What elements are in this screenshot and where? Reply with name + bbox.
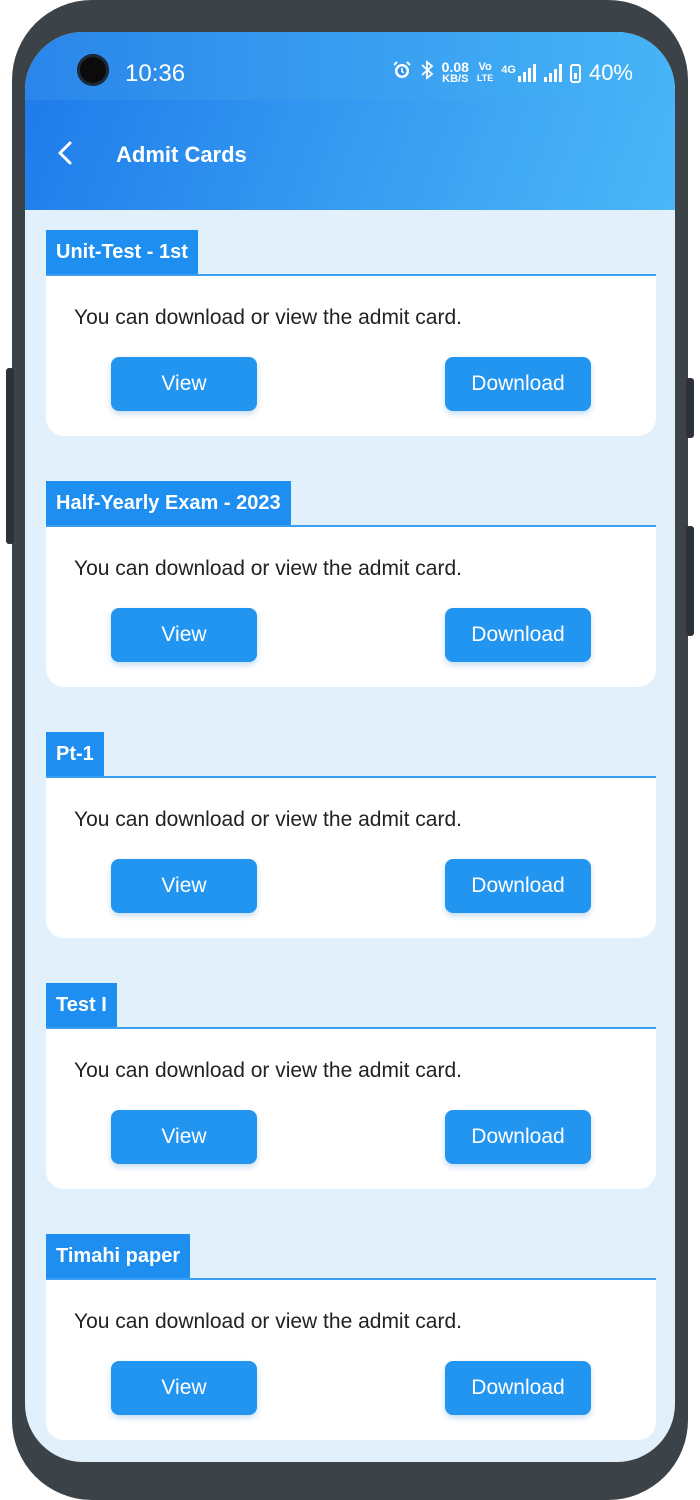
bluetooth-icon <box>420 60 434 86</box>
card-description: You can download or view the admit card. <box>74 808 462 831</box>
card-description: You can download or view the admit card. <box>74 306 462 329</box>
battery-percent: 40% <box>588 60 633 85</box>
view-button[interactable]: View <box>111 357 257 411</box>
signal-bars-icon-2 <box>543 64 562 82</box>
status-time: 10:36 <box>125 60 186 87</box>
network-type: 4G <box>501 64 516 76</box>
card-description: You can download or view the admit card. <box>74 1059 462 1082</box>
volte-top: Vo <box>478 61 492 73</box>
phone-side-button-left <box>6 368 14 544</box>
status-bar: 10:36 0.08 KB/S Vo LTE 4G 40% <box>25 32 675 100</box>
status-icons: 0.08 KB/S Vo LTE 4G 40% <box>392 60 633 86</box>
exam-title-tab: Pt-1 <box>46 732 104 776</box>
exam-title-tab: Timahi paper <box>46 1234 191 1278</box>
phone-screen: 10:36 0.08 KB/S Vo LTE 4G 40% Admit Card… <box>25 32 675 1462</box>
card-description: You can download or view the admit card. <box>74 557 462 580</box>
admit-card: You can download or view the admit card.… <box>46 778 656 938</box>
admit-card: You can download or view the admit card.… <box>46 276 656 436</box>
exam-title-tab: Unit-Test - 1st <box>46 230 198 274</box>
admit-card: You can download or view the admit card.… <box>46 1280 656 1440</box>
app-bar: Admit Cards <box>25 100 675 210</box>
download-button[interactable]: Download <box>445 1361 591 1415</box>
signal-bars-icon <box>517 64 536 82</box>
front-camera <box>77 54 109 86</box>
phone-side-button-right-bottom <box>686 526 694 636</box>
download-button[interactable]: Download <box>445 1110 591 1164</box>
view-button[interactable]: View <box>111 1361 257 1415</box>
exam-title-tab: Half-Yearly Exam - 2023 <box>46 481 291 525</box>
signal-4g: 4G <box>501 64 536 82</box>
battery-icon <box>569 63 581 83</box>
download-button[interactable]: Download <box>445 859 591 913</box>
back-arrow-icon[interactable] <box>53 140 79 166</box>
view-button[interactable]: View <box>111 608 257 662</box>
card-description: You can download or view the admit card. <box>74 1310 462 1333</box>
page-title: Admit Cards <box>116 142 247 167</box>
view-button[interactable]: View <box>111 859 257 913</box>
admit-card: You can download or view the admit card.… <box>46 527 656 687</box>
network-speed: 0.08 KB/S <box>442 60 469 85</box>
volte-indicator: Vo LTE <box>477 62 493 84</box>
admit-card: You can download or view the admit card.… <box>46 1029 656 1189</box>
phone-side-button-right-top <box>686 378 694 438</box>
view-button[interactable]: View <box>111 1110 257 1164</box>
alarm-icon <box>392 60 412 86</box>
download-button[interactable]: Download <box>445 357 591 411</box>
download-button[interactable]: Download <box>445 608 591 662</box>
network-speed-unit: KB/S <box>442 73 469 85</box>
exam-title-tab: Test I <box>46 983 117 1027</box>
volte-bottom: LTE <box>476 73 494 83</box>
